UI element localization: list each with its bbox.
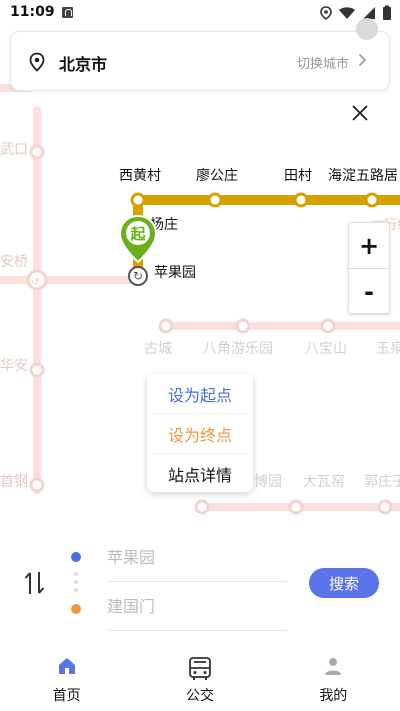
- chevron-right-icon: [358, 53, 367, 67]
- zoom-in-button[interactable]: +: [349, 223, 389, 269]
- transfer-station-icon[interactable]: ↻: [128, 266, 148, 286]
- status-icons: [320, 5, 392, 21]
- status-bar: 11:09: [0, 0, 400, 28]
- search-button[interactable]: 搜索: [309, 568, 379, 598]
- origin-input[interactable]: 苹果园: [107, 546, 287, 582]
- bottom-navigation: 首页 公交 我的: [0, 644, 400, 711]
- destination-input[interactable]: 建国门: [107, 595, 287, 631]
- location-pin-icon: [29, 52, 45, 72]
- svg-text:↺: ↺: [31, 277, 39, 288]
- bus-icon: [189, 657, 211, 680]
- start-marker[interactable]: 起: [118, 214, 158, 266]
- city-selector-bar[interactable]: 北京市 切换城市: [10, 31, 390, 91]
- nav-profile-label: 我的: [319, 688, 348, 704]
- nav-home[interactable]: 首页: [0, 644, 133, 711]
- location-status-icon: [320, 6, 332, 20]
- status-time: 11:09: [10, 4, 55, 20]
- set-end-button[interactable]: 设为终点: [147, 414, 253, 453]
- route-search-panel: 苹果园 建国门 搜索: [0, 532, 400, 644]
- destination-dot: [71, 604, 81, 614]
- nav-bus-label: 公交: [185, 688, 214, 704]
- start-marker-label: 起: [130, 225, 146, 243]
- zoom-out-button[interactable]: -: [349, 269, 389, 315]
- zoom-controls: + -: [348, 222, 390, 314]
- battery-icon: [383, 5, 391, 20]
- current-city: 北京市: [59, 55, 108, 74]
- station-detail-button[interactable]: 站点详情: [147, 454, 253, 493]
- close-bubble-icon[interactable]: [356, 18, 378, 40]
- origin-dot: [71, 552, 81, 562]
- nav-home-label: 首页: [52, 688, 81, 704]
- notification-a-icon: [62, 7, 73, 18]
- wifi-icon: [339, 7, 355, 19]
- nav-profile[interactable]: 我的: [267, 644, 400, 711]
- close-icon[interactable]: [349, 102, 371, 124]
- switch-city-link[interactable]: 切换城市: [297, 53, 349, 72]
- station-action-menu: 设为起点 设为终点 站点详情: [147, 374, 253, 492]
- swap-icon[interactable]: [24, 570, 46, 596]
- home-icon: [58, 658, 75, 674]
- nav-bus[interactable]: 公交: [133, 644, 266, 711]
- set-start-button[interactable]: 设为起点: [147, 374, 253, 413]
- user-icon: [325, 658, 342, 675]
